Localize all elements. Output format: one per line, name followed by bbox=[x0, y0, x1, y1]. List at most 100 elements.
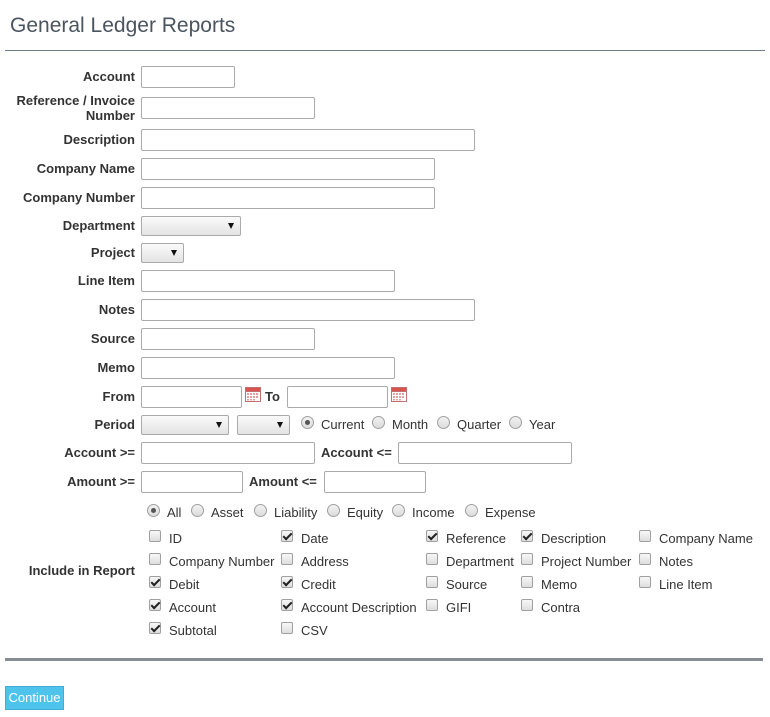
chevron-down-icon bbox=[171, 250, 177, 256]
from-date-input[interactable] bbox=[141, 386, 242, 408]
account-input[interactable] bbox=[141, 66, 235, 88]
company-number-input[interactable] bbox=[141, 187, 435, 209]
reference-label: Reference / Invoice Number bbox=[16, 93, 136, 123]
description-label: Description bbox=[63, 132, 135, 147]
column-id-checkbox[interactable] bbox=[149, 530, 161, 542]
company-number-label: Company Number bbox=[23, 190, 135, 205]
column-department-label: Department bbox=[446, 554, 514, 569]
memo-input[interactable] bbox=[141, 357, 395, 379]
column-contra-checkbox[interactable] bbox=[521, 599, 533, 611]
type-equity-radio[interactable] bbox=[327, 504, 340, 517]
amount-to-label: Amount <= bbox=[249, 474, 317, 489]
column-department-checkbox[interactable] bbox=[426, 553, 438, 565]
column-description-checkbox[interactable] bbox=[521, 530, 533, 542]
column-source-label: Source bbox=[446, 577, 488, 592]
source-label: Source bbox=[90, 331, 135, 346]
column-account-description-checkbox[interactable] bbox=[281, 599, 293, 611]
from-label: From bbox=[102, 389, 136, 404]
period-year-select[interactable] bbox=[141, 415, 229, 435]
account-label: Account bbox=[83, 69, 135, 84]
column-date-checkbox[interactable] bbox=[281, 530, 293, 542]
column-account-checkbox[interactable] bbox=[149, 599, 161, 611]
period-current-label: Current bbox=[321, 417, 365, 432]
column-notes-checkbox[interactable] bbox=[639, 553, 651, 565]
column-gifi-label: GIFI bbox=[446, 600, 472, 615]
column-gifi-checkbox[interactable] bbox=[426, 599, 438, 611]
column-date-label: Date bbox=[301, 531, 329, 546]
account-to-input[interactable] bbox=[398, 442, 572, 464]
type-liability-label: Liability bbox=[274, 505, 318, 520]
column-company-name-label: Company Name bbox=[659, 531, 753, 546]
column-source-checkbox[interactable] bbox=[426, 576, 438, 588]
account-from-input[interactable] bbox=[141, 442, 315, 464]
source-input[interactable] bbox=[141, 328, 315, 350]
type-income-radio[interactable] bbox=[392, 504, 405, 517]
chevron-down-icon bbox=[216, 422, 222, 428]
column-csv-label: CSV bbox=[301, 623, 328, 638]
period-month-radio[interactable] bbox=[372, 416, 385, 429]
description-input[interactable] bbox=[141, 129, 475, 151]
column-id-label: ID bbox=[169, 531, 182, 546]
column-csv-checkbox[interactable] bbox=[281, 622, 293, 634]
form-bottom-divider bbox=[5, 658, 763, 661]
title-divider bbox=[5, 50, 765, 51]
type-expense-label: Expense bbox=[485, 505, 536, 520]
calendar-icon[interactable] bbox=[245, 386, 261, 402]
type-all-label: All bbox=[167, 505, 182, 520]
column-address-label: Address bbox=[301, 554, 349, 569]
company-name-label: Company Name bbox=[36, 161, 135, 176]
type-all-radio[interactable] bbox=[147, 504, 160, 517]
type-income-label: Income bbox=[412, 505, 455, 520]
project-select[interactable] bbox=[141, 243, 184, 263]
column-company-number-checkbox[interactable] bbox=[149, 553, 161, 565]
column-memo-checkbox[interactable] bbox=[521, 576, 533, 588]
notes-input[interactable] bbox=[141, 299, 475, 321]
column-credit-checkbox[interactable] bbox=[281, 576, 293, 588]
amount-to-input[interactable] bbox=[324, 471, 426, 493]
type-asset-radio[interactable] bbox=[191, 504, 204, 517]
to-date-input[interactable] bbox=[287, 386, 388, 408]
amount-from-input[interactable] bbox=[141, 471, 243, 493]
reference-input[interactable] bbox=[141, 97, 315, 119]
type-equity-label: Equity bbox=[347, 505, 384, 520]
type-liability-radio[interactable] bbox=[254, 504, 267, 517]
account-from-label: Account >= bbox=[64, 445, 135, 460]
department-select[interactable] bbox=[141, 216, 241, 236]
continue-button[interactable]: Continue bbox=[5, 686, 64, 710]
include-in-report-label: Include in Report bbox=[28, 563, 135, 578]
period-year-radio[interactable] bbox=[509, 416, 522, 429]
column-address-checkbox[interactable] bbox=[281, 553, 293, 565]
column-line-item-label: Line Item bbox=[659, 577, 713, 592]
column-memo-label: Memo bbox=[541, 577, 578, 592]
column-account-description-label: Account Description bbox=[301, 600, 417, 615]
calendar-icon[interactable] bbox=[391, 386, 407, 402]
page-title: General Ledger Reports bbox=[10, 14, 236, 37]
amount-from-label: Amount >= bbox=[67, 474, 135, 489]
project-label: Project bbox=[90, 245, 135, 260]
column-debit-checkbox[interactable] bbox=[149, 576, 161, 588]
column-debit-label: Debit bbox=[169, 577, 200, 592]
line-item-input[interactable] bbox=[141, 270, 395, 292]
column-account-label: Account bbox=[169, 600, 216, 615]
type-asset-label: Asset bbox=[211, 505, 244, 520]
to-label: To bbox=[265, 389, 280, 404]
period-month-label: Month bbox=[392, 417, 429, 432]
period-month-select[interactable] bbox=[237, 415, 290, 435]
column-line-item-checkbox[interactable] bbox=[639, 576, 651, 588]
column-company-name-checkbox[interactable] bbox=[639, 530, 651, 542]
type-expense-radio[interactable] bbox=[465, 504, 478, 517]
column-reference-checkbox[interactable] bbox=[426, 530, 438, 542]
period-current-radio[interactable] bbox=[301, 416, 314, 429]
period-label: Period bbox=[94, 417, 135, 432]
column-description-label: Description bbox=[541, 531, 607, 546]
column-reference-label: Reference bbox=[446, 531, 506, 546]
period-quarter-radio[interactable] bbox=[437, 416, 450, 429]
column-project-number-checkbox[interactable] bbox=[521, 553, 533, 565]
period-quarter-label: Quarter bbox=[457, 417, 502, 432]
column-company-number-label: Company Number bbox=[169, 554, 275, 569]
company-name-input[interactable] bbox=[141, 158, 435, 180]
line-item-label: Line Item bbox=[77, 273, 135, 288]
department-label: Department bbox=[62, 218, 135, 233]
chevron-down-icon bbox=[228, 223, 234, 229]
column-subtotal-checkbox[interactable] bbox=[149, 622, 161, 634]
